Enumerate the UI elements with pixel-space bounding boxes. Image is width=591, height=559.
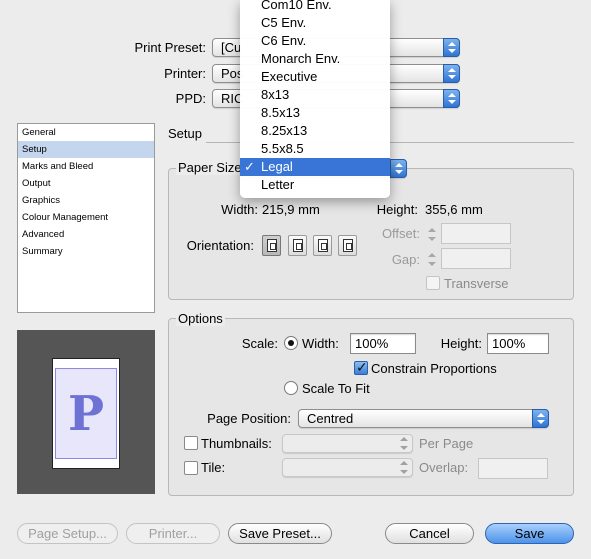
- menu-item-c5-env[interactable]: C5 Env.: [240, 14, 390, 32]
- preview-letter: P: [67, 385, 105, 442]
- popup-arrows-icon: [390, 159, 407, 178]
- tile-checkbox[interactable]: [184, 461, 198, 475]
- printer-button[interactable]: Printer...: [126, 523, 220, 544]
- transverse-checkbox[interactable]: [426, 276, 440, 290]
- gap-label: Gap:: [391, 252, 420, 267]
- sidebar-item-colour-management[interactable]: Colour Management: [18, 209, 154, 226]
- menu-item-5-5x8-5[interactable]: 5.5x8.5: [240, 140, 390, 158]
- menu-item-c6-env[interactable]: C6 Env.: [240, 32, 390, 50]
- scale-to-fit-label: Scale To Fit: [302, 381, 370, 396]
- tile-popup[interactable]: [282, 458, 413, 477]
- tile-label: Tile:: [201, 460, 226, 475]
- sidebar-item-advanced[interactable]: Advanced: [18, 226, 154, 243]
- popup-arrows-icon: [532, 409, 549, 428]
- options-label: Options: [176, 311, 225, 326]
- popup-arrows-icon: [396, 434, 413, 453]
- menu-item-com10-env[interactable]: Com10 Env.: [240, 0, 390, 14]
- scale-width-radio[interactable]: [284, 336, 298, 350]
- width-label: Width:: [221, 202, 258, 217]
- popup-arrows-icon: [396, 458, 413, 477]
- menu-item-letter[interactable]: Letter: [240, 176, 390, 194]
- sidebar-item-marks-and-bleed[interactable]: Marks and Bleed: [18, 158, 154, 175]
- scale-width-field[interactable]: 100%: [350, 333, 416, 354]
- sidebar-item-summary[interactable]: Summary: [18, 243, 154, 260]
- menu-item-monarch-env[interactable]: Monarch Env.: [240, 50, 390, 68]
- sidebar-item-graphics[interactable]: Graphics: [18, 192, 154, 209]
- paper-size-menu[interactable]: Com10 Env. C5 Env. C6 Env. Monarch Env. …: [240, 0, 390, 198]
- reverse-portrait-icon[interactable]: [313, 235, 332, 256]
- menu-item-executive[interactable]: Executive: [240, 68, 390, 86]
- popup-arrows-icon: [443, 38, 460, 57]
- gap-field[interactable]: [441, 248, 511, 269]
- gap-stepper[interactable]: [426, 250, 438, 269]
- scale-to-fit-radio[interactable]: [284, 381, 298, 395]
- reverse-landscape-icon[interactable]: [338, 235, 357, 256]
- page-preview: P: [17, 330, 155, 494]
- thumbnails-checkbox[interactable]: [184, 436, 198, 450]
- category-list[interactable]: General Setup Marks and Bleed Output Gra…: [17, 123, 155, 313]
- height-value: 355,6 mm: [425, 202, 483, 217]
- sidebar-item-output[interactable]: Output: [18, 175, 154, 192]
- scale-label: Scale:: [241, 336, 278, 351]
- preview-page: P: [52, 358, 120, 469]
- menu-item-8-25x13[interactable]: 8.25x13: [240, 122, 390, 140]
- thumbnails-popup[interactable]: [282, 434, 413, 453]
- cancel-button[interactable]: Cancel: [385, 523, 474, 544]
- page-position-value: Centred: [307, 411, 354, 426]
- menu-item-8x13[interactable]: 8x13: [240, 86, 390, 104]
- print-preset-value: [Cu: [221, 40, 242, 55]
- portrait-icon[interactable]: [262, 235, 281, 256]
- scale-height-field[interactable]: 100%: [487, 333, 549, 354]
- scale-height-label: Height:: [440, 336, 482, 351]
- save-preset-button[interactable]: Save Preset...: [228, 523, 332, 544]
- ppd-label: PPD:: [175, 91, 206, 106]
- print-preset-label: Print Preset:: [134, 40, 206, 55]
- section-title: Setup: [168, 126, 202, 141]
- scale-width-label: Width:: [302, 336, 339, 351]
- menu-item-legal[interactable]: ✓ Legal: [240, 158, 390, 176]
- sidebar-item-setup[interactable]: Setup: [18, 141, 154, 158]
- menu-item-label: Legal: [261, 159, 293, 174]
- overlap-field[interactable]: [478, 458, 548, 479]
- landscape-icon[interactable]: [288, 235, 307, 256]
- page-position-popup[interactable]: Centred: [298, 409, 549, 428]
- page-setup-button[interactable]: Page Setup...: [17, 523, 118, 544]
- constrain-proportions-label: Constrain Proportions: [371, 361, 497, 376]
- height-label: Height:: [376, 202, 418, 217]
- menu-item-8-5x13[interactable]: 8.5x13: [240, 104, 390, 122]
- per-page-label: Per Page: [419, 436, 474, 451]
- overlap-label: Overlap:: [419, 460, 469, 475]
- popup-arrows-icon: [443, 89, 460, 108]
- offset-field[interactable]: [441, 223, 511, 244]
- constrain-proportions-checkbox[interactable]: [354, 359, 368, 376]
- orientation-label: Orientation:: [186, 238, 254, 253]
- preview-printable-area: P: [55, 368, 117, 459]
- page-position-label: Page Position:: [207, 411, 291, 426]
- offset-stepper[interactable]: [426, 225, 438, 244]
- printer-label: Printer:: [164, 66, 206, 81]
- popup-arrows-icon: [443, 64, 460, 83]
- save-button[interactable]: Save: [485, 523, 574, 544]
- paper-size-label: Paper Size: [176, 160, 244, 175]
- checkmark-icon: ✓: [244, 159, 255, 174]
- thumbnails-label: Thumbnails:: [201, 436, 272, 451]
- transverse-label: Transverse: [444, 276, 509, 291]
- offset-label: Offset:: [381, 226, 420, 241]
- sidebar-item-general[interactable]: General: [18, 124, 154, 141]
- width-value: 215,9 mm: [262, 202, 320, 217]
